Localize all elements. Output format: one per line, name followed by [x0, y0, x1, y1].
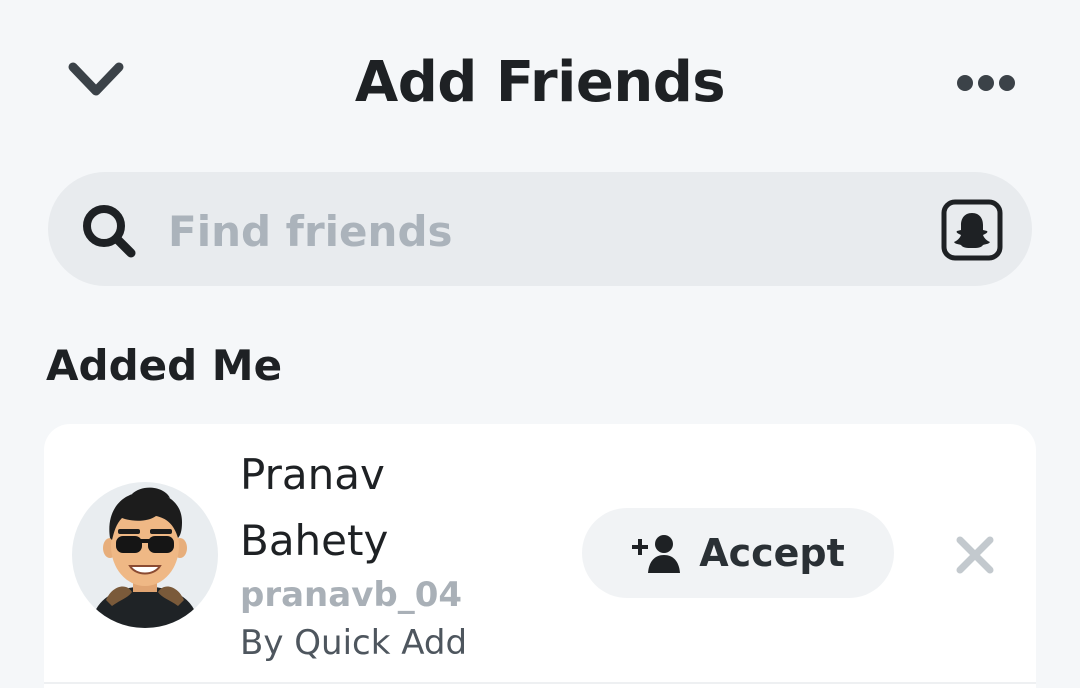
dismiss-button[interactable] [950, 530, 1000, 580]
friend-username: pranavb_04 [240, 575, 463, 615]
page-title: Add Friends [354, 50, 726, 115]
search-input[interactable] [168, 198, 908, 264]
more-horizontal-icon [957, 75, 1015, 91]
snapcode-icon [941, 199, 1003, 261]
avatar[interactable] [72, 482, 218, 628]
more-options-button[interactable] [950, 62, 1022, 104]
add-friend-icon [632, 535, 681, 573]
bitmoji-avatar-icon [90, 487, 200, 628]
accept-button[interactable]: Accept [582, 508, 894, 598]
add-friends-screen: Add Friends Added Me [0, 0, 1080, 688]
accept-label: Accept [699, 531, 845, 575]
search-icon [83, 205, 136, 258]
section-title-added-me: Added Me [46, 341, 283, 390]
friend-source: By Quick Add [240, 623, 468, 663]
snapcode-button[interactable] [940, 198, 1004, 262]
card-divider [44, 682, 1036, 684]
friend-name[interactable]: Pranav Bahety [240, 442, 540, 574]
close-icon [956, 536, 994, 574]
